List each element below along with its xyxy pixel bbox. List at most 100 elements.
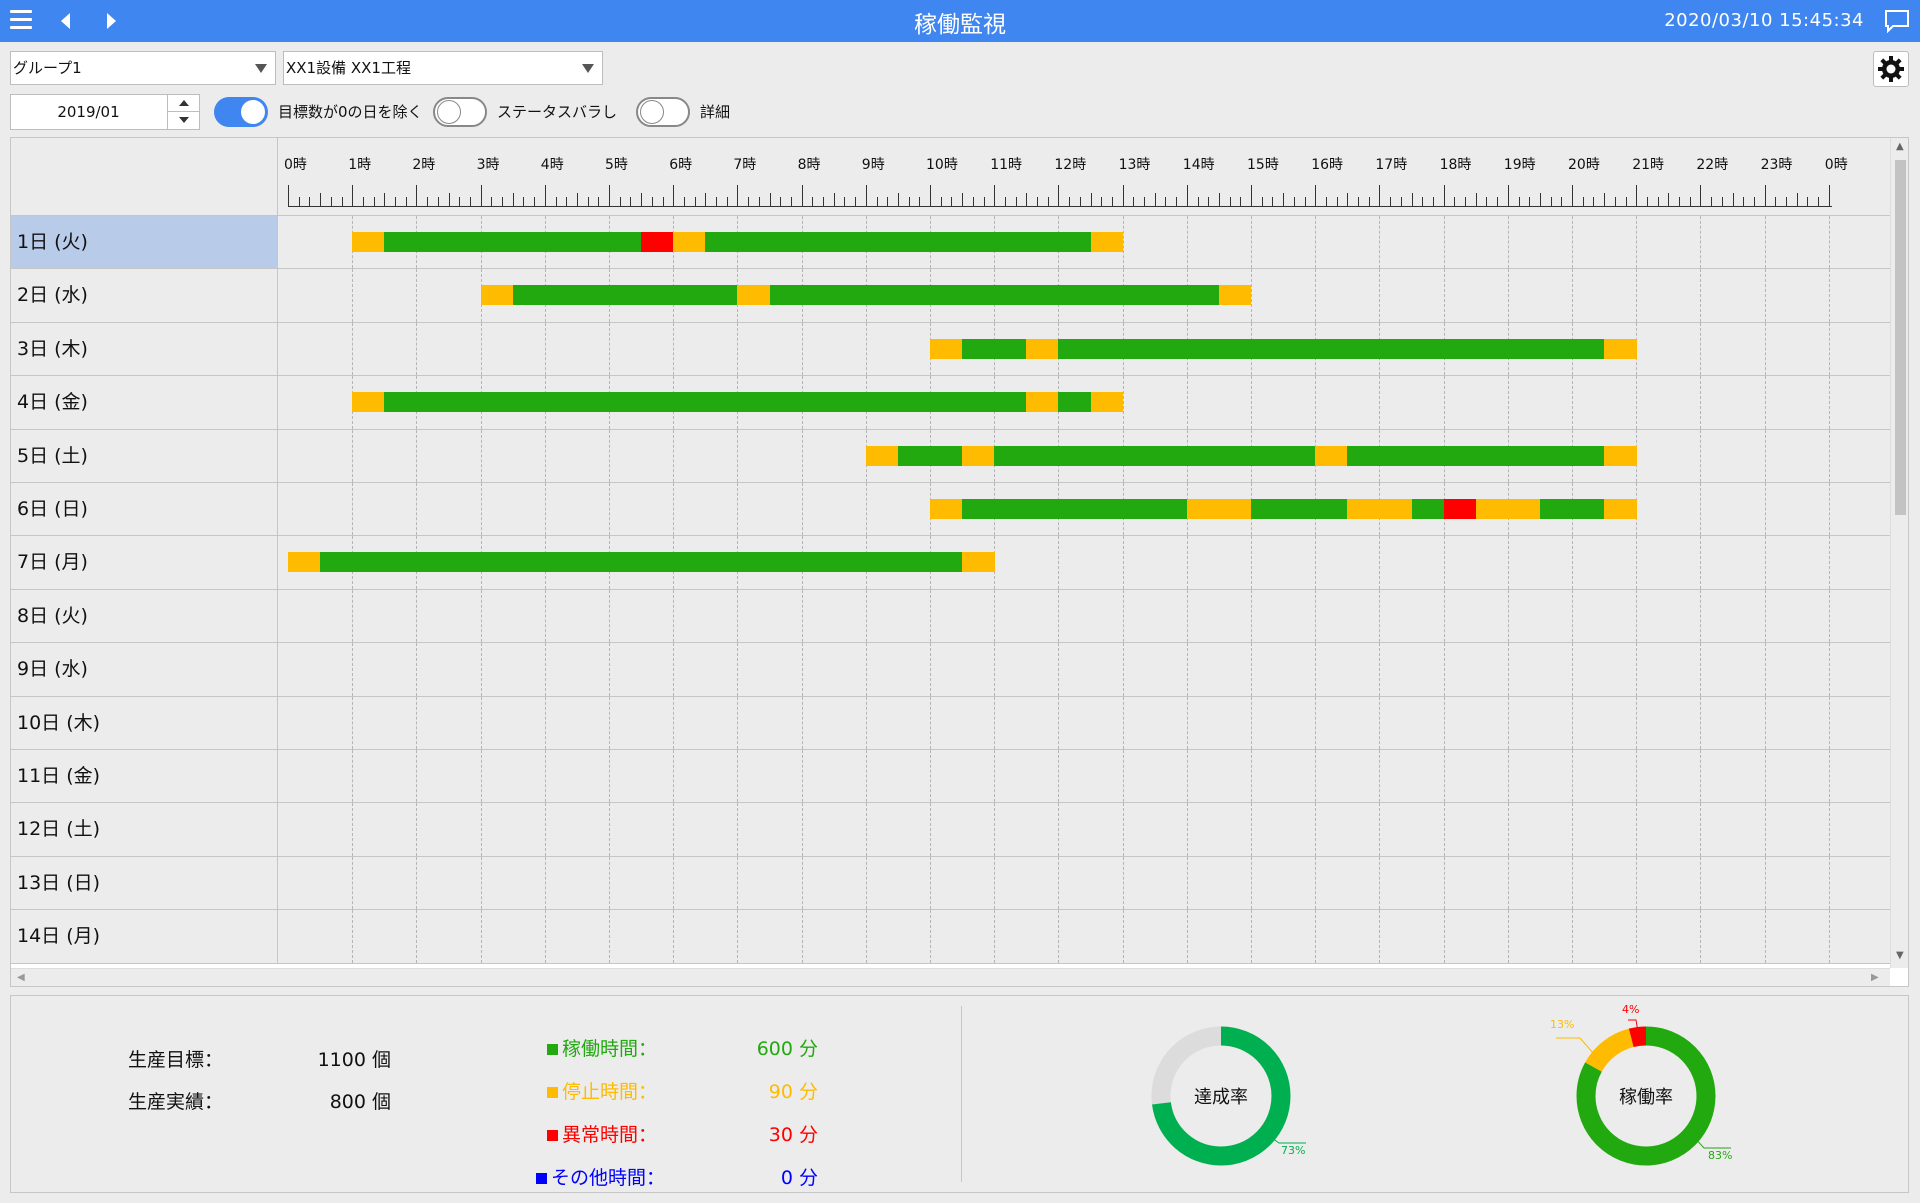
run-segment[interactable] [1411,499,1445,519]
day-row[interactable]: 9日 (水) [11,643,1890,697]
day-row[interactable]: 5日 (土) [11,429,1890,483]
stop-segment[interactable] [930,499,963,519]
decrement-button[interactable] [167,112,199,129]
day-label[interactable]: 14日 (月) [11,910,278,963]
scroll-thumb[interactable] [1895,160,1906,515]
exclude-zero-target-toggle[interactable] [214,97,268,127]
day-row[interactable]: 14日 (月) [11,910,1890,964]
scroll-down-icon[interactable]: ▼ [1896,950,1904,961]
stop-segment[interactable] [962,445,995,466]
error-segment[interactable] [641,232,674,252]
day-label[interactable]: 8日 (火) [11,589,278,643]
stop-segment[interactable] [1475,499,1541,519]
increment-button[interactable] [167,95,199,112]
day-label[interactable]: 1日 (火) [11,216,278,269]
error-segment[interactable] [1443,499,1477,519]
stop-segment[interactable] [737,285,770,306]
settings-button[interactable] [1873,51,1909,87]
detail-toggle[interactable] [636,97,690,127]
day-label[interactable]: 7日 (月) [11,536,278,589]
day-row[interactable]: 3日 (木) [11,322,1890,377]
stop-segment[interactable] [1218,285,1252,306]
equipment-select[interactable]: XX1設備 XX1工程 [283,51,603,85]
scroll-left-icon[interactable]: ◀ [17,972,25,983]
run-segment[interactable] [962,499,1188,519]
day-label[interactable]: 9日 (水) [11,643,278,696]
day-label[interactable]: 4日 (金) [11,376,278,429]
stop-segment[interactable] [1315,445,1348,466]
axis-tick [1197,197,1199,207]
hour-gridline [1186,910,1188,963]
hour-gridline [1636,696,1638,749]
run-segment[interactable] [1058,392,1091,413]
hour-gridline [737,589,739,643]
axis-tick [288,185,289,207]
stop-segment[interactable] [930,338,963,359]
month-stepper[interactable]: 2019/01 [10,94,200,130]
day-row[interactable]: 12日 (土) [11,803,1890,857]
run-segment[interactable] [769,285,1220,306]
axis-tick [1732,193,1734,207]
scroll-right-icon[interactable]: ▶ [1871,972,1879,983]
horizontal-scrollbar[interactable]: ◀ ▶ [11,968,1890,986]
day-label[interactable]: 6日 (日) [11,483,278,536]
stop-segment[interactable] [352,392,385,413]
hour-gridline [1379,750,1381,803]
day-label[interactable]: 10日 (木) [11,696,278,749]
group-select[interactable]: グループ1 [10,51,276,85]
run-segment[interactable] [897,445,963,466]
day-row[interactable]: 6日 (日) [11,483,1890,537]
axis-tick [1315,185,1317,207]
axis-tick [1347,193,1349,207]
run-segment[interactable] [384,232,642,252]
day-label[interactable]: 11日 (金) [11,750,278,803]
message-icon[interactable] [1884,9,1910,34]
stop-segment[interactable] [1604,445,1637,466]
run-segment[interactable] [1251,499,1348,519]
stop-segment[interactable] [1026,338,1059,359]
day-row[interactable]: 13日 (日) [11,856,1890,911]
run-segment[interactable] [994,445,1316,466]
day-row[interactable]: 1日 (火) [11,216,1890,270]
stop-segment[interactable] [962,552,995,573]
day-row[interactable]: 8日 (火) [11,589,1890,644]
stop-segment[interactable] [1347,499,1412,519]
stop-segment[interactable] [1604,338,1637,359]
day-row[interactable]: 11日 (金) [11,750,1890,804]
status-breakdown-toggle[interactable] [433,97,487,127]
stop-segment[interactable] [352,232,385,252]
day-label[interactable]: 5日 (土) [11,429,278,482]
run-segment[interactable] [512,285,738,306]
run-segment[interactable] [384,392,1027,413]
hour-gridline [1186,216,1188,269]
stop-segment[interactable] [1604,499,1637,519]
day-label[interactable]: 3日 (木) [11,322,278,376]
run-segment[interactable] [1539,499,1605,519]
stop-segment[interactable] [865,445,899,466]
stop-segment[interactable] [1090,232,1124,252]
stop-segment[interactable] [288,552,321,573]
run-segment[interactable] [1058,338,1605,359]
day-row[interactable]: 4日 (金) [11,376,1890,430]
day-row[interactable]: 7日 (月) [11,536,1890,590]
day-row[interactable]: 2日 (水) [11,269,1890,323]
stop-segment[interactable] [1090,392,1124,413]
stop-segment[interactable] [1186,499,1252,519]
hour-gridline [1443,803,1445,856]
run-segment[interactable] [1347,445,1605,466]
day-label[interactable]: 13日 (日) [11,856,278,910]
hour-gridline [1058,536,1060,589]
day-label[interactable]: 12日 (土) [11,803,278,856]
run-segment[interactable] [705,232,1091,252]
vertical-scrollbar[interactable]: ▲ ▼ [1890,138,1908,968]
scroll-up-icon[interactable]: ▲ [1896,141,1904,152]
axis-line [288,206,1832,207]
run-segment[interactable] [962,338,1027,359]
day-label[interactable]: 2日 (水) [11,269,278,322]
stop-segment[interactable] [1026,392,1059,413]
stop-segment[interactable] [480,285,514,306]
run-segment[interactable] [320,552,963,573]
day-row[interactable]: 10日 (木) [11,696,1890,750]
stop-segment[interactable] [673,232,706,252]
hour-gridline [352,269,354,322]
